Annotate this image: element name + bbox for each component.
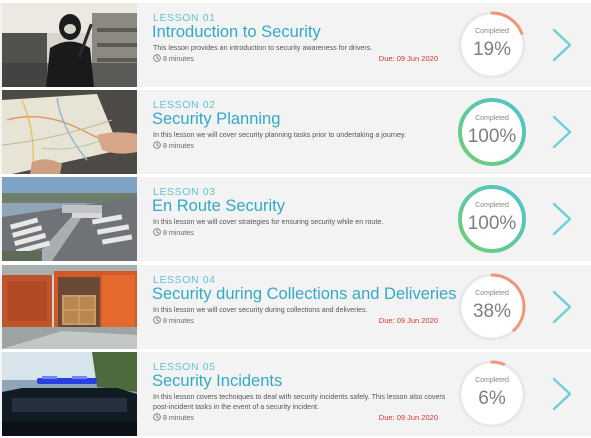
chevron-right-icon[interactable] (551, 28, 573, 62)
progress-value: 100% (467, 126, 517, 147)
lesson-card-05[interactable]: LESSON 05 Security Incidents In this les… (0, 352, 591, 436)
duration-text: 8 minutes (163, 229, 194, 237)
clock-icon (153, 54, 161, 62)
chevron-right-icon[interactable] (551, 115, 573, 149)
progress-label: Completed (475, 202, 509, 209)
lesson-title[interactable]: En Route Security (152, 197, 285, 216)
lesson-duration: 8 minutes (153, 413, 194, 422)
lesson-title[interactable]: Security Planning (152, 110, 280, 129)
duration-text: 8 minutes (163, 317, 194, 325)
lesson-description: In this lesson we will cover strategies … (153, 218, 384, 226)
clock-icon (153, 413, 161, 421)
lesson-title[interactable]: Introduction to Security (152, 23, 321, 42)
lesson-duration: 8 minutes (153, 228, 194, 237)
road-map-image[interactable] (2, 90, 137, 174)
truck-stop-image[interactable] (2, 177, 137, 261)
lesson-description: In this lesson we will cover security pl… (153, 131, 407, 139)
clock-icon (153, 228, 161, 236)
progress-label: Completed (475, 377, 509, 384)
due-date: Due: 09 Jun 2020 (378, 54, 438, 63)
progress-ring: Completed 19% (456, 9, 528, 81)
duration-text: 8 minutes (163, 55, 194, 63)
lesson-card-04[interactable]: LESSON 04 Security during Collections an… (0, 265, 591, 349)
progress-ring: Completed 6% (456, 358, 528, 430)
chevron-right-icon[interactable] (551, 290, 573, 324)
progress-value: 19% (472, 39, 512, 60)
lesson-duration: 8 minutes (153, 141, 194, 150)
progress-ring: Completed 38% (456, 271, 528, 343)
progress-label: Completed (475, 115, 509, 122)
lesson-card-02[interactable]: LESSON 02 Security Planning In this less… (0, 90, 591, 174)
clock-icon (153, 141, 161, 149)
police-car-image[interactable] (2, 352, 137, 436)
lesson-description: In this lesson we will cover security du… (153, 306, 368, 314)
lesson-duration: 8 minutes (153, 54, 194, 63)
lesson-title[interactable]: Security during Collections and Deliveri… (152, 285, 456, 304)
progress-value: 38% (472, 301, 512, 322)
progress-label: Completed (475, 290, 509, 297)
chevron-right-icon[interactable] (551, 202, 573, 236)
progress-value: 100% (467, 213, 517, 234)
lesson-card-01[interactable]: LESSON 01 Introduction to Security This … (0, 3, 591, 87)
loading-truck-image[interactable] (2, 265, 137, 349)
lesson-title[interactable]: Security Incidents (152, 372, 282, 391)
progress-ring: Completed 100% (456, 183, 528, 255)
lesson-description: In this lesson covers techniques to deal… (153, 393, 446, 411)
lesson-duration: 8 minutes (153, 316, 194, 325)
duration-text: 8 minutes (163, 142, 194, 150)
due-date: Due: 09 Jun 2020 (378, 316, 438, 325)
lesson-description: This lesson provides an introduction to … (153, 44, 373, 52)
progress-value: 6% (478, 388, 506, 409)
progress-ring: Completed 100% (456, 96, 528, 168)
progress-label: Completed (475, 28, 509, 35)
clock-icon (153, 316, 161, 324)
chevron-right-icon[interactable] (551, 377, 573, 411)
lesson-card-03[interactable]: LESSON 03 En Route Security In this less… (0, 177, 591, 261)
due-date: Due: 09 Jun 2020 (378, 413, 438, 422)
duration-text: 8 minutes (163, 414, 194, 422)
masked-intruder-image[interactable] (2, 3, 137, 87)
lesson-list: LESSON 01 Introduction to Security This … (0, 0, 591, 438)
